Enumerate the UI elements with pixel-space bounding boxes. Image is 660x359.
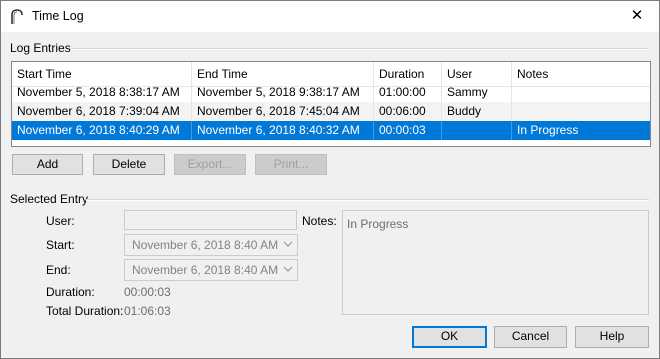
duration-value: 00:00:03 xyxy=(124,285,171,299)
table-row[interactable]: November 5, 2018 8:38:17 AM November 5, … xyxy=(12,83,650,102)
cell-duration: 01:00:00 xyxy=(374,83,442,102)
cell-user: Buddy xyxy=(442,102,512,121)
cell-start-time: November 6, 2018 7:39:04 AM xyxy=(12,102,192,121)
delete-button[interactable]: Delete xyxy=(93,154,165,175)
window-title: Time Log xyxy=(32,9,84,23)
start-label: Start: xyxy=(46,238,75,252)
cell-end-time: November 6, 2018 7:45:04 AM xyxy=(192,102,374,121)
table-row[interactable]: November 6, 2018 7:39:04 AM November 6, … xyxy=(12,102,650,121)
export-button[interactable]: Export... xyxy=(174,154,246,175)
title-bar[interactable]: Time Log ✕ xyxy=(1,1,659,32)
selected-entry-label: Selected Entry xyxy=(10,192,89,206)
add-button[interactable]: Add xyxy=(12,154,83,175)
total-duration-value: 01:06:03 xyxy=(124,304,171,318)
cell-start-time: November 6, 2018 8:40:29 AM xyxy=(12,121,192,140)
log-entries-list[interactable]: Start Time End Time Duration User Notes … xyxy=(11,61,651,147)
user-field[interactable] xyxy=(124,210,297,230)
log-entries-label: Log Entries xyxy=(10,41,71,55)
chevron-down-icon xyxy=(283,266,293,272)
cell-duration: 00:00:03 xyxy=(374,121,442,140)
log-entries-divider xyxy=(71,48,649,50)
start-dropdown[interactable]: November 6, 2018 8:40 AM xyxy=(124,234,298,256)
cell-start-time: November 5, 2018 8:38:17 AM xyxy=(12,83,192,102)
duration-label: Duration: xyxy=(46,285,95,299)
close-icon[interactable]: ✕ xyxy=(615,1,659,32)
end-label: End: xyxy=(46,263,71,277)
help-button[interactable]: Help xyxy=(575,326,649,348)
cell-notes xyxy=(512,102,650,121)
total-duration-label: Total Duration: xyxy=(46,304,124,318)
selected-entry-divider xyxy=(86,199,649,201)
ok-button[interactable]: OK xyxy=(412,326,487,348)
notes-label: Notes: xyxy=(302,214,337,228)
arch-icon xyxy=(11,9,23,24)
user-label: User: xyxy=(46,214,75,228)
cell-end-time: November 5, 2018 9:38:17 AM xyxy=(192,83,374,102)
print-button[interactable]: Print... xyxy=(255,154,327,175)
cell-user xyxy=(442,121,512,140)
cell-notes xyxy=(512,83,650,102)
chevron-down-icon xyxy=(283,241,293,247)
cell-notes: In Progress xyxy=(517,123,579,137)
start-value: November 6, 2018 8:40 AM xyxy=(132,238,279,252)
cell-end-time: November 6, 2018 8:40:32 AM xyxy=(192,121,374,140)
end-value: November 6, 2018 8:40 AM xyxy=(132,263,279,277)
notes-field[interactable]: In Progress xyxy=(342,210,649,315)
cell-duration: 00:06:00 xyxy=(374,102,442,121)
time-log-dialog: Time Log ✕ Log Entries Start Time End Ti… xyxy=(0,0,660,359)
cell-user: Sammy xyxy=(442,83,512,102)
cancel-button[interactable]: Cancel xyxy=(494,326,567,348)
end-dropdown[interactable]: November 6, 2018 8:40 AM xyxy=(124,259,298,281)
table-row-selected[interactable]: November 6, 2018 8:40:29 AM November 6, … xyxy=(12,121,650,140)
